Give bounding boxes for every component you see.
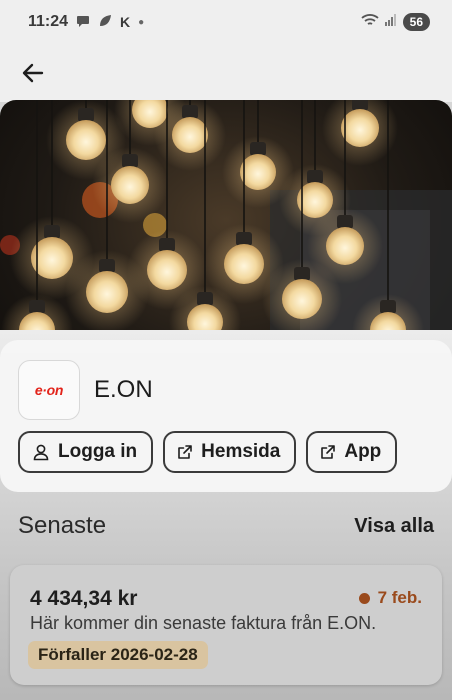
app-label: App: [344, 441, 382, 462]
back-button[interactable]: [18, 58, 48, 88]
user-icon: [33, 444, 49, 461]
invoice-description: Här kommer din senaste faktura från E.ON…: [30, 613, 377, 633]
chat-bubble-icon: [76, 14, 90, 31]
battery-indicator: 56: [402, 13, 430, 31]
invoice-card[interactable]: 4 434,34 kr 7 feb. Här kommer din senast…: [10, 565, 442, 685]
notification-dot-icon: ●: [138, 16, 145, 28]
wifi-icon: [361, 13, 379, 32]
section-title: Senaste: [18, 512, 107, 539]
provider-name: E.ON: [94, 376, 153, 403]
app-button[interactable]: App: [306, 431, 398, 473]
external-link-icon: [178, 445, 192, 459]
carrier-letter: K: [120, 14, 131, 30]
status-time: 11:24: [28, 13, 69, 30]
status-dot-icon: [358, 592, 370, 604]
provider-card: e·on E.ON Logga in Hemsida App: [0, 340, 452, 492]
action-row: Logga in Hemsida App: [18, 431, 398, 473]
status-right: 56: [361, 13, 430, 32]
login-button[interactable]: Logga in: [18, 431, 154, 473]
due-date-badge: Förfaller 2026-02-28: [28, 641, 208, 669]
status-bar: 11:24 K ● 56: [0, 0, 452, 44]
logo-text: e·on: [34, 382, 64, 398]
invoice-date: 7 feb.: [358, 588, 422, 608]
login-label: Logga in: [58, 441, 138, 462]
website-button[interactable]: Hemsida: [163, 431, 297, 473]
provider-logo: e·on: [18, 360, 80, 420]
leaf-icon: [98, 14, 112, 31]
website-label: Hemsida: [201, 441, 281, 462]
arrow-left-icon: [22, 63, 44, 83]
signal-icon: [384, 13, 397, 31]
top-bar: [0, 44, 452, 102]
invoice-amount: 4 434,34 kr: [30, 587, 138, 610]
lightbulbs-decoration: [1, 100, 424, 366]
recent-section-header: Senaste Visa alla: [18, 512, 434, 540]
invoice-date-text: 7 feb.: [377, 588, 422, 607]
see-all-link[interactable]: Visa alla: [354, 515, 434, 538]
external-link-icon: [321, 445, 336, 459]
status-left: 11:24 K ●: [28, 13, 144, 31]
due-date-text: Förfaller 2026-02-28: [38, 645, 198, 664]
